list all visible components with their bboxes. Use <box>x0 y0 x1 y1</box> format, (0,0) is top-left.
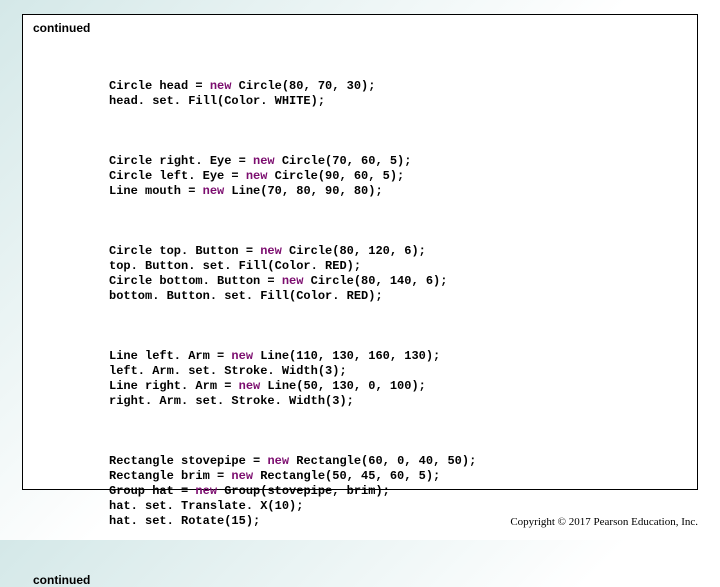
keyword-new: new <box>231 469 253 483</box>
copyright-text: Copyright © 2017 Pearson Education, Inc. <box>510 516 698 528</box>
code-text: Circle right. Eye = <box>109 154 253 168</box>
code-text: Line mouth = <box>109 184 203 198</box>
code-para-2: Circle right. Eye = new Circle(70, 60, 5… <box>109 154 687 199</box>
code-text: bottom. Button. set. Fill(Color. RED); <box>109 289 383 303</box>
code-para-3: Circle top. Button = new Circle(80, 120,… <box>109 244 687 304</box>
code-text: Circle head = <box>109 79 210 93</box>
code-text: Rectangle(50, 45, 60, 5); <box>253 469 440 483</box>
code-text: Rectangle(60, 0, 40, 50); <box>289 454 476 468</box>
code-text: Group(stovepipe, brim); <box>217 484 390 498</box>
code-text: Circle(70, 60, 5); <box>275 154 412 168</box>
code-text: Rectangle brim = <box>109 469 231 483</box>
code-para-1: Circle head = new Circle(80, 70, 30); he… <box>109 79 687 109</box>
code-text: head. set. Fill(Color. WHITE); <box>109 94 325 108</box>
code-text: Line left. Arm = <box>109 349 231 363</box>
code-text: top. Button. set. Fill(Color. RED); <box>109 259 361 273</box>
code-text: hat. set. Rotate(15); <box>109 514 260 528</box>
code-text: Line right. Arm = <box>109 379 239 393</box>
code-text: Group hat = <box>109 484 195 498</box>
code-text: left. Arm. set. Stroke. Width(3); <box>109 364 347 378</box>
code-text: Circle top. Button = <box>109 244 260 258</box>
keyword-new: new <box>203 184 225 198</box>
code-text: Circle(80, 140, 6); <box>303 274 447 288</box>
code-container: continued Circle head = new Circle(80, 7… <box>22 14 698 490</box>
keyword-new: new <box>282 274 304 288</box>
continued-label-top: continued <box>33 21 687 35</box>
code-text: Circle(80, 70, 30); <box>231 79 375 93</box>
code-text: right. Arm. set. Stroke. Width(3); <box>109 394 354 408</box>
continued-label-bottom: continued <box>33 573 687 587</box>
code-block: Circle head = new Circle(80, 70, 30); he… <box>33 49 687 559</box>
code-text: Line(110, 130, 160, 130); <box>253 349 440 363</box>
code-text: Circle(80, 120, 6); <box>282 244 426 258</box>
code-text: hat. set. Translate. X(10); <box>109 499 303 513</box>
keyword-new: new <box>239 379 261 393</box>
keyword-new: new <box>260 244 282 258</box>
keyword-new: new <box>231 349 253 363</box>
keyword-new: new <box>253 154 275 168</box>
keyword-new: new <box>267 454 289 468</box>
code-text: Rectangle stovepipe = <box>109 454 267 468</box>
code-para-4: Line left. Arm = new Line(110, 130, 160,… <box>109 349 687 409</box>
code-text: Circle left. Eye = <box>109 169 246 183</box>
code-text: Line(50, 130, 0, 100); <box>260 379 426 393</box>
code-text: Circle bottom. Button = <box>109 274 282 288</box>
code-text: Line(70, 80, 90, 80); <box>224 184 382 198</box>
code-text: Circle(90, 60, 5); <box>267 169 404 183</box>
keyword-new: new <box>195 484 217 498</box>
keyword-new: new <box>210 79 232 93</box>
keyword-new: new <box>246 169 268 183</box>
